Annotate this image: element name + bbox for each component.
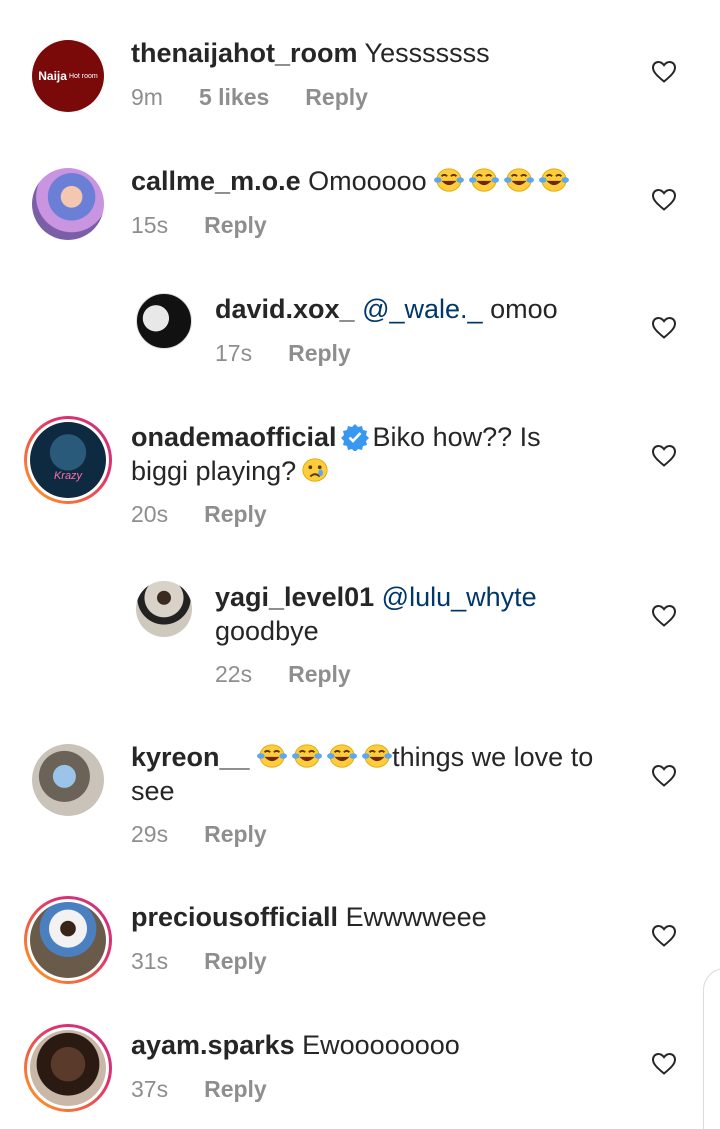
comment-text: Yesssssss [364, 38, 490, 68]
comment-time: 31s [131, 948, 169, 974]
comment-text: omoo [490, 294, 558, 324]
reply-button[interactable]: Reply [204, 212, 267, 238]
joy-emoji-icon [362, 742, 392, 770]
mention-link[interactable]: @_wale._ [362, 294, 482, 324]
comment-text: Ewwwweee [345, 902, 487, 932]
heart-icon[interactable] [651, 444, 677, 468]
mention-link[interactable]: @lulu_whyte [382, 582, 537, 612]
comment-time: 17s [215, 340, 253, 366]
avatar: Krazy [30, 422, 106, 498]
avatar[interactable]: Naija Hot room [32, 40, 104, 112]
comment-username[interactable]: kyreon__ [131, 742, 250, 772]
joy-emoji-icon [292, 742, 322, 770]
reply-button[interactable]: Reply [288, 661, 351, 687]
joy-emoji-icon [469, 166, 499, 194]
joy-emoji-icon [257, 742, 287, 770]
comment-time: 20s [131, 501, 169, 527]
avatar-story-ring[interactable]: Krazy [24, 416, 112, 504]
comment-time: 9m [131, 84, 163, 110]
verified-badge-icon [340, 424, 369, 451]
joy-emoji-icon [434, 166, 464, 194]
comment-text: Ewoooooooo [302, 1030, 460, 1060]
avatar[interactable] [136, 293, 192, 349]
avatar-logo-subtext: Hot room [68, 72, 98, 80]
scroll-handle[interactable] [703, 968, 720, 1129]
heart-icon[interactable] [651, 764, 677, 788]
comment-time: 22s [215, 661, 253, 687]
avatar-story-ring[interactable] [24, 1024, 112, 1112]
heart-icon[interactable] [651, 316, 677, 340]
heart-icon[interactable] [651, 604, 677, 628]
heart-icon[interactable] [651, 924, 677, 948]
avatar [30, 1030, 106, 1106]
comment-text: Omooooo [308, 166, 427, 196]
reply-button[interactable]: Reply [288, 340, 351, 366]
avatar[interactable] [32, 168, 104, 240]
avatar[interactable] [32, 744, 104, 816]
comment-text: goodbye [215, 616, 319, 646]
comment-username[interactable]: preciousofficiall [131, 902, 338, 932]
comment-time: 37s [131, 1076, 169, 1102]
comment-username[interactable]: callme_m.o.e [131, 166, 301, 196]
comment-username[interactable]: yagi_level01 [215, 582, 374, 612]
reply-button[interactable]: Reply [204, 501, 267, 527]
crying-emoji-icon [302, 458, 328, 482]
comment-username[interactable]: onademaofficial [131, 422, 337, 452]
reply-button[interactable]: Reply [305, 84, 368, 110]
avatar-logo-text: Naija [38, 69, 67, 83]
avatar [30, 902, 106, 978]
comment-username[interactable]: ayam.sparks [131, 1030, 295, 1060]
reply-button[interactable]: Reply [204, 948, 267, 974]
avatar[interactable] [136, 581, 192, 637]
heart-icon[interactable] [651, 1052, 677, 1076]
joy-emoji-icon [504, 166, 534, 194]
comment-likes[interactable]: 5 likes [199, 84, 269, 110]
heart-icon[interactable] [651, 60, 677, 84]
comment-username[interactable]: thenaijahot_room [131, 38, 358, 68]
joy-emoji-icon [539, 166, 569, 194]
avatar-story-ring[interactable] [24, 896, 112, 984]
joy-emoji-icon [327, 742, 357, 770]
comment-username[interactable]: david.xox_ [215, 294, 355, 324]
avatar-logo-text: Krazy [53, 470, 83, 482]
comment-time: 15s [131, 212, 169, 238]
heart-icon[interactable] [651, 188, 677, 212]
reply-button[interactable]: Reply [204, 1076, 267, 1102]
reply-button[interactable]: Reply [204, 821, 267, 847]
comment-time: 29s [131, 821, 169, 847]
